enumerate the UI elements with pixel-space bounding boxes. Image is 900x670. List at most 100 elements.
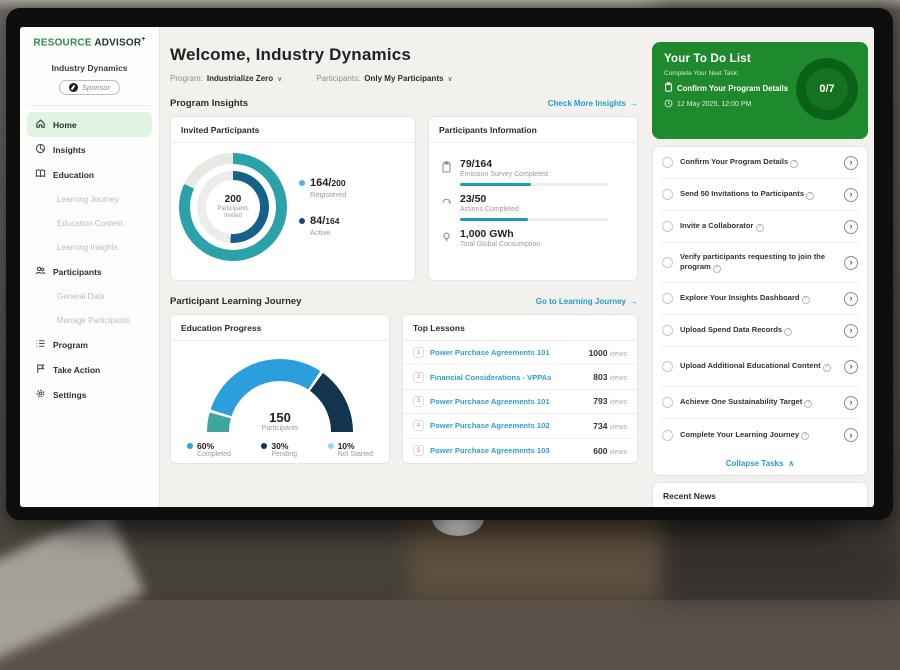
checkbox[interactable]: [662, 189, 673, 200]
checkbox[interactable]: [662, 257, 673, 268]
sidebar-item-education[interactable]: Education: [27, 162, 152, 187]
insights-pie-icon: [35, 143, 46, 156]
registered-total: 200: [331, 178, 345, 188]
org-name: Industry Dynamics: [20, 63, 159, 73]
program-filter-value: Industrialize Zero: [207, 74, 273, 83]
sidebar-item-settings[interactable]: Settings: [27, 382, 152, 407]
sidebar-item-general-data[interactable]: General Data: [27, 284, 152, 308]
collapse-tasks-link[interactable]: Collapse Tasks ∧: [662, 451, 858, 475]
lesson-link[interactable]: Financial Considerations - VPPAs: [430, 373, 587, 382]
top-lessons-card: Top Lessons 1 Power Purchase Agreements …: [402, 314, 638, 464]
views-count: 803: [593, 372, 607, 382]
stat-label: Actions Completed: [460, 206, 608, 213]
invited-donut-chart: 200 Participants Invited 164/200 Registe: [171, 143, 415, 271]
views-suffix: views: [609, 399, 627, 406]
views-suffix: views: [609, 449, 627, 456]
donut-ring-outer: 200 Participants Invited: [179, 153, 287, 261]
sidebar-item-home[interactable]: Home: [27, 112, 152, 137]
help-icon[interactable]: ?: [804, 400, 812, 408]
help-icon[interactable]: ?: [806, 192, 814, 200]
checkbox[interactable]: [662, 325, 673, 336]
sidebar-item-program[interactable]: Program: [27, 332, 152, 357]
checkbox[interactable]: [662, 397, 673, 408]
gauge-center: 150 Participants: [207, 410, 353, 432]
todo-label: Verify participants requesting to join t…: [680, 252, 825, 271]
go-chevron-button[interactable]: ›: [844, 292, 858, 306]
list-icon: [35, 338, 46, 351]
legend-registered: 164/200 Registered: [299, 177, 346, 199]
views-suffix: views: [609, 375, 627, 382]
legend-dot-active: [299, 218, 305, 224]
sidebar-item-education-content[interactable]: Education Content: [27, 211, 152, 235]
checkbox[interactable]: [662, 361, 673, 372]
program-filter-dropdown[interactable]: Program: Industrialize Zero ∨: [170, 74, 282, 83]
go-chevron-button[interactable]: ›: [844, 360, 858, 374]
lesson-link[interactable]: Power Purchase Agreements 101: [430, 397, 587, 406]
todo-list-card: Confirm Your Program Details ? › Send 50…: [652, 146, 868, 476]
sidebar-item-participants[interactable]: Participants: [27, 259, 152, 284]
help-icon[interactable]: ?: [790, 160, 798, 168]
sponsor-icon: [69, 83, 78, 92]
lesson-link[interactable]: Power Purchase Agreements 103: [430, 446, 587, 455]
todo-item: Explore Your Insights Dashboard ? ›: [662, 283, 858, 315]
sidebar-item-insights[interactable]: Insights: [27, 137, 152, 162]
filters-row: Program: Industrialize Zero ∨ Participan…: [170, 74, 638, 83]
help-icon[interactable]: ?: [823, 364, 831, 372]
chevron-down-icon: ∨: [447, 75, 452, 83]
go-chevron-button[interactable]: ›: [844, 220, 858, 234]
rank-badge: 5: [413, 445, 424, 456]
help-icon[interactable]: ?: [801, 432, 809, 440]
checkbox[interactable]: [662, 221, 673, 232]
todo-progress-ring: 0/7: [796, 58, 858, 120]
sidebar-item-take-action[interactable]: Take Action: [27, 357, 152, 382]
checkbox[interactable]: [662, 430, 673, 441]
registered-label: Registered: [310, 190, 346, 199]
participants-information-card: Participants Information 79/164 Emission…: [428, 116, 638, 281]
rank-badge: 2: [413, 372, 424, 383]
sidebar-item-learning-insights[interactable]: Learning Insights: [27, 235, 152, 259]
donut-center-label: Participants Invited: [211, 206, 255, 221]
sidebar: RESOURCE ADVISOR+ Industry Dynamics Spon…: [20, 27, 160, 507]
lesson-row: 1 Power Purchase Agreements 101 1000view…: [403, 341, 637, 365]
go-to-learning-journey-link[interactable]: Go to Learning Journey →: [536, 297, 638, 306]
lesson-link[interactable]: Power Purchase Agreements 101: [430, 348, 583, 357]
sidebar-item-manage-participants[interactable]: Manage Participants: [27, 308, 152, 332]
todo-item: Send 50 Invitations to Participants ? ›: [662, 179, 858, 211]
todo-item: Achieve One Sustainability Target ? ›: [662, 387, 858, 419]
check-more-insights-link[interactable]: Check More Insights →: [548, 99, 638, 108]
todo-hero-card: Your To Do List Complete Your Next Task:…: [652, 42, 868, 139]
gauge-center-value: 150: [207, 410, 353, 425]
lesson-link[interactable]: Power Purchase Agreements 102: [430, 421, 587, 430]
sidebar-divider: [28, 105, 151, 106]
checkbox[interactable]: [662, 157, 673, 168]
active-total: 164: [325, 216, 339, 226]
todo-label: Send 50 Invitations to Participants: [680, 189, 804, 198]
help-icon[interactable]: ?: [713, 265, 721, 273]
lesson-row: 5 Power Purchase Agreements 103 600views: [403, 439, 637, 463]
sidebar-item-learning-journey[interactable]: Learning Journey: [27, 187, 152, 211]
help-icon[interactable]: ?: [802, 296, 810, 304]
sidebar-item-label: Program: [53, 340, 88, 350]
todo-item: Complete Your Learning Journey ? ›: [662, 419, 858, 451]
rank-badge: 3: [413, 396, 424, 407]
go-chevron-button[interactable]: ›: [844, 324, 858, 338]
todo-item: Verify participants requesting to join t…: [662, 243, 858, 283]
views-suffix: views: [609, 351, 627, 358]
go-chevron-button[interactable]: ›: [844, 256, 858, 270]
help-icon[interactable]: ?: [784, 328, 792, 336]
go-chevron-button[interactable]: ›: [844, 156, 858, 170]
sponsor-badge[interactable]: Sponsor: [59, 80, 120, 95]
clipboard-icon: [664, 82, 673, 94]
help-icon[interactable]: ?: [756, 224, 764, 232]
checkbox[interactable]: [662, 293, 673, 304]
go-chevron-button[interactable]: ›: [844, 428, 858, 442]
sponsor-label: Sponsor: [82, 83, 110, 92]
due-label: 12 May 2025, 12:00 PM: [677, 101, 751, 108]
donut-center: 200 Participants Invited: [206, 180, 260, 234]
todo-label: Achieve One Sustainability Target: [680, 397, 802, 406]
legend-label: Pending: [271, 451, 297, 458]
participants-filter-dropdown[interactable]: Participants: Only My Participants ∨: [316, 74, 452, 83]
go-chevron-button[interactable]: ›: [844, 188, 858, 202]
todo-label: Invite a Collaborator: [680, 221, 753, 230]
go-chevron-button[interactable]: ›: [844, 396, 858, 410]
